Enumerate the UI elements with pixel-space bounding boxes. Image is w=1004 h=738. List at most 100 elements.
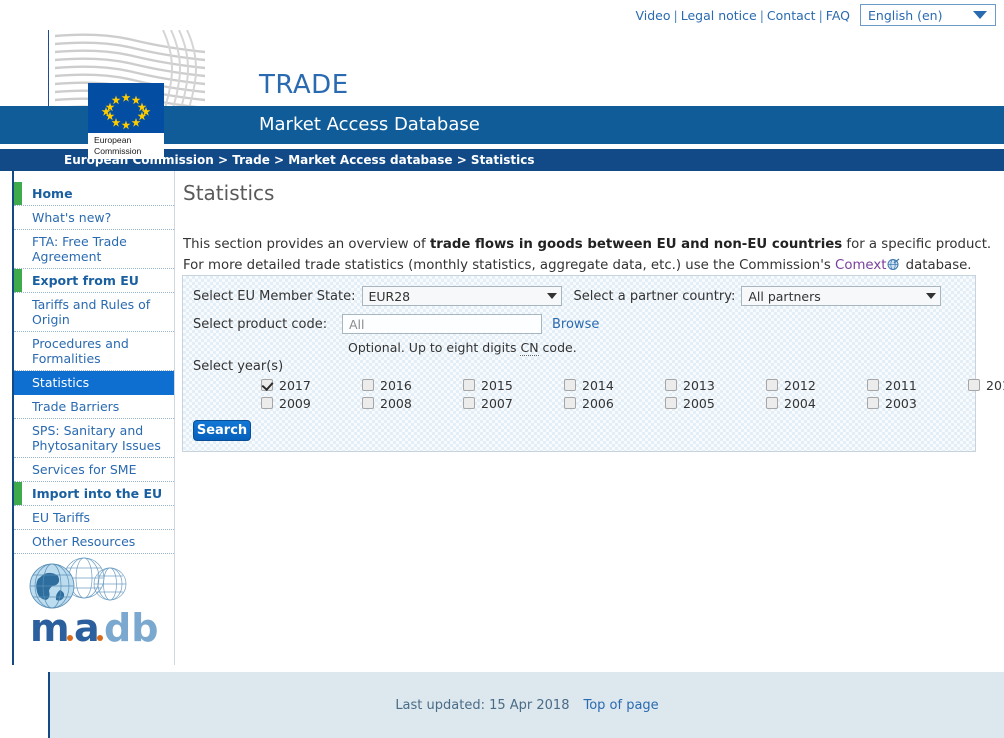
checkbox-2007[interactable]	[463, 397, 475, 409]
year-option-2014[interactable]: 2014	[564, 377, 665, 393]
sidebar-item-label: Home	[32, 186, 73, 201]
european-commission-wordmark: European Commission	[88, 133, 164, 159]
header-left-rule	[48, 30, 49, 106]
product-code-hint: Optional. Up to eight digits CN code.	[348, 340, 965, 356]
link-contact[interactable]: Contact	[767, 8, 816, 23]
intro-text-2: for a specific product.	[842, 237, 992, 252]
member-state-value: EUR28	[368, 288, 411, 304]
sidebar-item-import-into-the-eu[interactable]: Import into the EU	[14, 482, 174, 506]
language-selector[interactable]: English (en)	[860, 4, 996, 26]
year-label: 2004	[784, 395, 816, 411]
year-option-2017[interactable]: 2017	[261, 377, 362, 393]
year-option-2010[interactable]: 2010	[968, 377, 1004, 393]
checkbox-2013[interactable]	[665, 379, 677, 391]
year-label: 2015	[481, 377, 513, 393]
sidebar-item-label: Export from EU	[32, 273, 139, 288]
year-option-2013[interactable]: 2013	[665, 377, 766, 393]
sidebar-item-procedures-and-formalities[interactable]: Procedures and Formalities	[14, 332, 174, 371]
sidebar-item-tariffs-and-rules-of-origin[interactable]: Tariffs and Rules of Origin	[14, 293, 174, 332]
sidebar-item-label: Services for SME	[32, 462, 137, 477]
sidebar-item-export-from-eu[interactable]: Export from EU	[14, 269, 174, 293]
link-separator-2: |	[759, 7, 764, 23]
year-label: 2017	[279, 377, 311, 393]
chevron-down-icon	[973, 11, 987, 19]
checkbox-2009[interactable]	[261, 397, 273, 409]
svg-text:a: a	[74, 606, 100, 650]
checkbox-2006[interactable]	[564, 397, 576, 409]
search-button[interactable]: Search	[193, 420, 251, 441]
year-option-2012[interactable]: 2012	[766, 377, 867, 393]
member-state-select[interactable]: EUR28	[361, 286, 562, 306]
year-option-2016[interactable]: 2016	[362, 377, 463, 393]
page-root: Video | Legal notice | Contact | FAQ English (…	[0, 0, 1004, 738]
sidebar-item-label: Procedures and Formalities	[32, 336, 129, 366]
page-title: Statistics	[183, 181, 275, 205]
year-option-2003[interactable]: 2003	[867, 395, 968, 411]
year-label: 2013	[683, 377, 715, 393]
intro-paragraph: This section provides an overview of tra…	[183, 234, 992, 278]
year-label: 2007	[481, 395, 513, 411]
member-state-row: Select EU Member State: EUR28 Select a p…	[193, 284, 965, 308]
checkbox-2003[interactable]	[867, 397, 879, 409]
sidebar-item-label: Import into the EU	[32, 486, 163, 501]
sidebar-item-home[interactable]: Home	[14, 182, 174, 206]
year-label: 2016	[380, 377, 412, 393]
year-label: 2008	[380, 395, 412, 411]
checkbox-2017[interactable]	[261, 379, 273, 391]
emblem-line-2: Commission	[94, 145, 142, 156]
eu-flag-icon	[88, 83, 164, 133]
link-video[interactable]: Video	[635, 8, 670, 23]
sidebar-item-statistics[interactable]: Statistics	[14, 371, 174, 395]
svg-text:db: db	[104, 606, 158, 650]
sidebar-item-what-s-new[interactable]: What's new?	[14, 206, 174, 230]
partner-country-value: All partners	[748, 288, 821, 304]
checkbox-2011[interactable]	[867, 379, 879, 391]
checkbox-2015[interactable]	[463, 379, 475, 391]
sidebar-item-trade-barriers[interactable]: Trade Barriers	[14, 395, 174, 419]
year-option-2008[interactable]: 2008	[362, 395, 463, 411]
sidebar-item-other-resources[interactable]: Other Resources	[14, 530, 174, 554]
product-code-input[interactable]: All	[342, 314, 542, 334]
sidebar-item-eu-tariffs[interactable]: EU Tariffs	[14, 506, 174, 530]
app-title: Market Access Database	[259, 114, 480, 135]
utility-links: Video | Legal notice | Contact | FAQ	[635, 8, 850, 23]
link-legal-notice[interactable]: Legal notice	[681, 8, 757, 23]
years-label: Select year(s)	[193, 359, 284, 374]
year-option-2011[interactable]: 2011	[867, 377, 968, 393]
sidebar-item-services-for-sme[interactable]: Services for SME	[14, 458, 174, 482]
footer: Last updated: 15 Apr 2018 Top of page	[48, 672, 1004, 738]
utility-topbar: Video | Legal notice | Contact | FAQ English (…	[0, 0, 1004, 30]
year-option-2006[interactable]: 2006	[564, 395, 665, 411]
sidebar-item-label: FTA: Free Trade Agreement	[32, 234, 127, 264]
top-of-page-link[interactable]: Top of page	[583, 698, 658, 713]
year-option-2007[interactable]: 2007	[463, 395, 564, 411]
link-faq[interactable]: FAQ	[826, 8, 850, 23]
browse-link[interactable]: Browse	[552, 317, 599, 332]
partner-country-select[interactable]: All partners	[741, 286, 942, 306]
year-label: 2006	[582, 395, 614, 411]
checkbox-2010[interactable]	[968, 379, 980, 391]
year-option-2009[interactable]: 2009	[261, 395, 362, 411]
language-selector-value: English (en)	[868, 7, 943, 23]
link-separator-1: |	[673, 7, 678, 23]
year-option-2005[interactable]: 2005	[665, 395, 766, 411]
intro-text-4: database.	[901, 258, 972, 273]
year-label: 2011	[885, 377, 917, 393]
year-label: 2005	[683, 395, 715, 411]
sidebar-item-fta-free-trade-agreement[interactable]: FTA: Free Trade Agreement	[14, 230, 174, 269]
link-separator-3: |	[818, 7, 823, 23]
checkbox-2008[interactable]	[362, 397, 374, 409]
checkbox-2004[interactable]	[766, 397, 778, 409]
hint-text-1: Optional. Up to eight digits	[348, 340, 521, 355]
member-state-label: Select EU Member State:	[193, 288, 356, 304]
checkbox-2014[interactable]	[564, 379, 576, 391]
year-option-2015[interactable]: 2015	[463, 377, 564, 393]
madb-logo: m a db	[22, 556, 170, 651]
sidebar-item-sps-sanitary-and-phytosanitary-issues[interactable]: SPS: Sanitary and Phytosanitary Issues	[14, 419, 174, 458]
checkbox-2012[interactable]	[766, 379, 778, 391]
checkbox-2005[interactable]	[665, 397, 677, 409]
checkbox-2016[interactable]	[362, 379, 374, 391]
chevron-down-icon	[926, 293, 937, 299]
year-option-2004[interactable]: 2004	[766, 395, 867, 411]
comext-link[interactable]: Comext	[835, 258, 886, 273]
